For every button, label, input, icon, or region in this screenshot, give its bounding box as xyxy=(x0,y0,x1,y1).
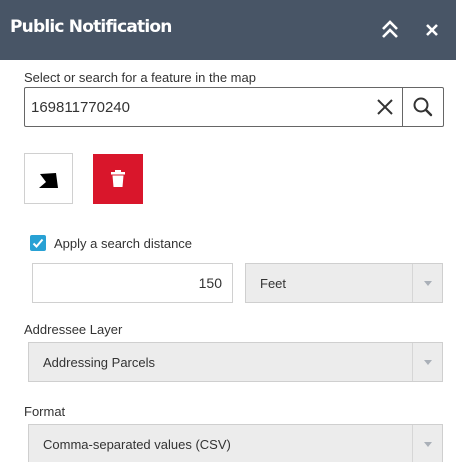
unit-select-value: Feet xyxy=(260,276,287,291)
distance-input[interactable] xyxy=(37,273,222,293)
double-chevron-up-icon xyxy=(382,20,398,38)
draw-polygon-button[interactable] xyxy=(24,153,73,204)
widget-title: Public Notification xyxy=(10,17,172,37)
unit-select[interactable]: Feet xyxy=(245,263,443,303)
search-box xyxy=(24,87,444,127)
chevron-down-icon xyxy=(424,442,432,447)
trash-icon xyxy=(111,170,125,187)
close-button[interactable] xyxy=(422,20,442,40)
search-button[interactable] xyxy=(403,88,444,126)
chevron-down-icon xyxy=(424,281,432,286)
search-label: Select or search for a feature in the ma… xyxy=(24,70,256,85)
search-distance-checkbox[interactable] xyxy=(30,235,46,251)
addressee-dropdown-toggle[interactable] xyxy=(412,343,442,381)
unit-dropdown-toggle[interactable] xyxy=(412,264,442,302)
polygon-draw-icon xyxy=(39,173,58,188)
chevron-down-icon xyxy=(424,360,432,365)
collapse-button[interactable] xyxy=(380,19,400,41)
distance-field xyxy=(32,263,233,303)
search-input[interactable] xyxy=(31,96,371,118)
checkmark-icon xyxy=(32,238,44,248)
close-icon xyxy=(377,99,393,115)
addressee-layer-value: Addressing Parcels xyxy=(43,355,155,370)
clear-search-button[interactable] xyxy=(376,98,394,116)
search-distance-label: Apply a search distance xyxy=(54,236,193,251)
delete-button[interactable] xyxy=(93,154,143,204)
search-icon xyxy=(413,97,433,117)
addressee-layer-label: Addressee Layer xyxy=(24,322,123,337)
format-dropdown-toggle[interactable] xyxy=(412,425,442,462)
close-icon xyxy=(426,24,438,36)
addressee-layer-select[interactable]: Addressing Parcels xyxy=(28,342,443,382)
format-value: Comma-separated values (CSV) xyxy=(43,437,231,452)
format-label: Format xyxy=(24,404,66,419)
widget-header: Public Notification xyxy=(0,0,456,60)
format-select[interactable]: Comma-separated values (CSV) xyxy=(28,424,443,462)
